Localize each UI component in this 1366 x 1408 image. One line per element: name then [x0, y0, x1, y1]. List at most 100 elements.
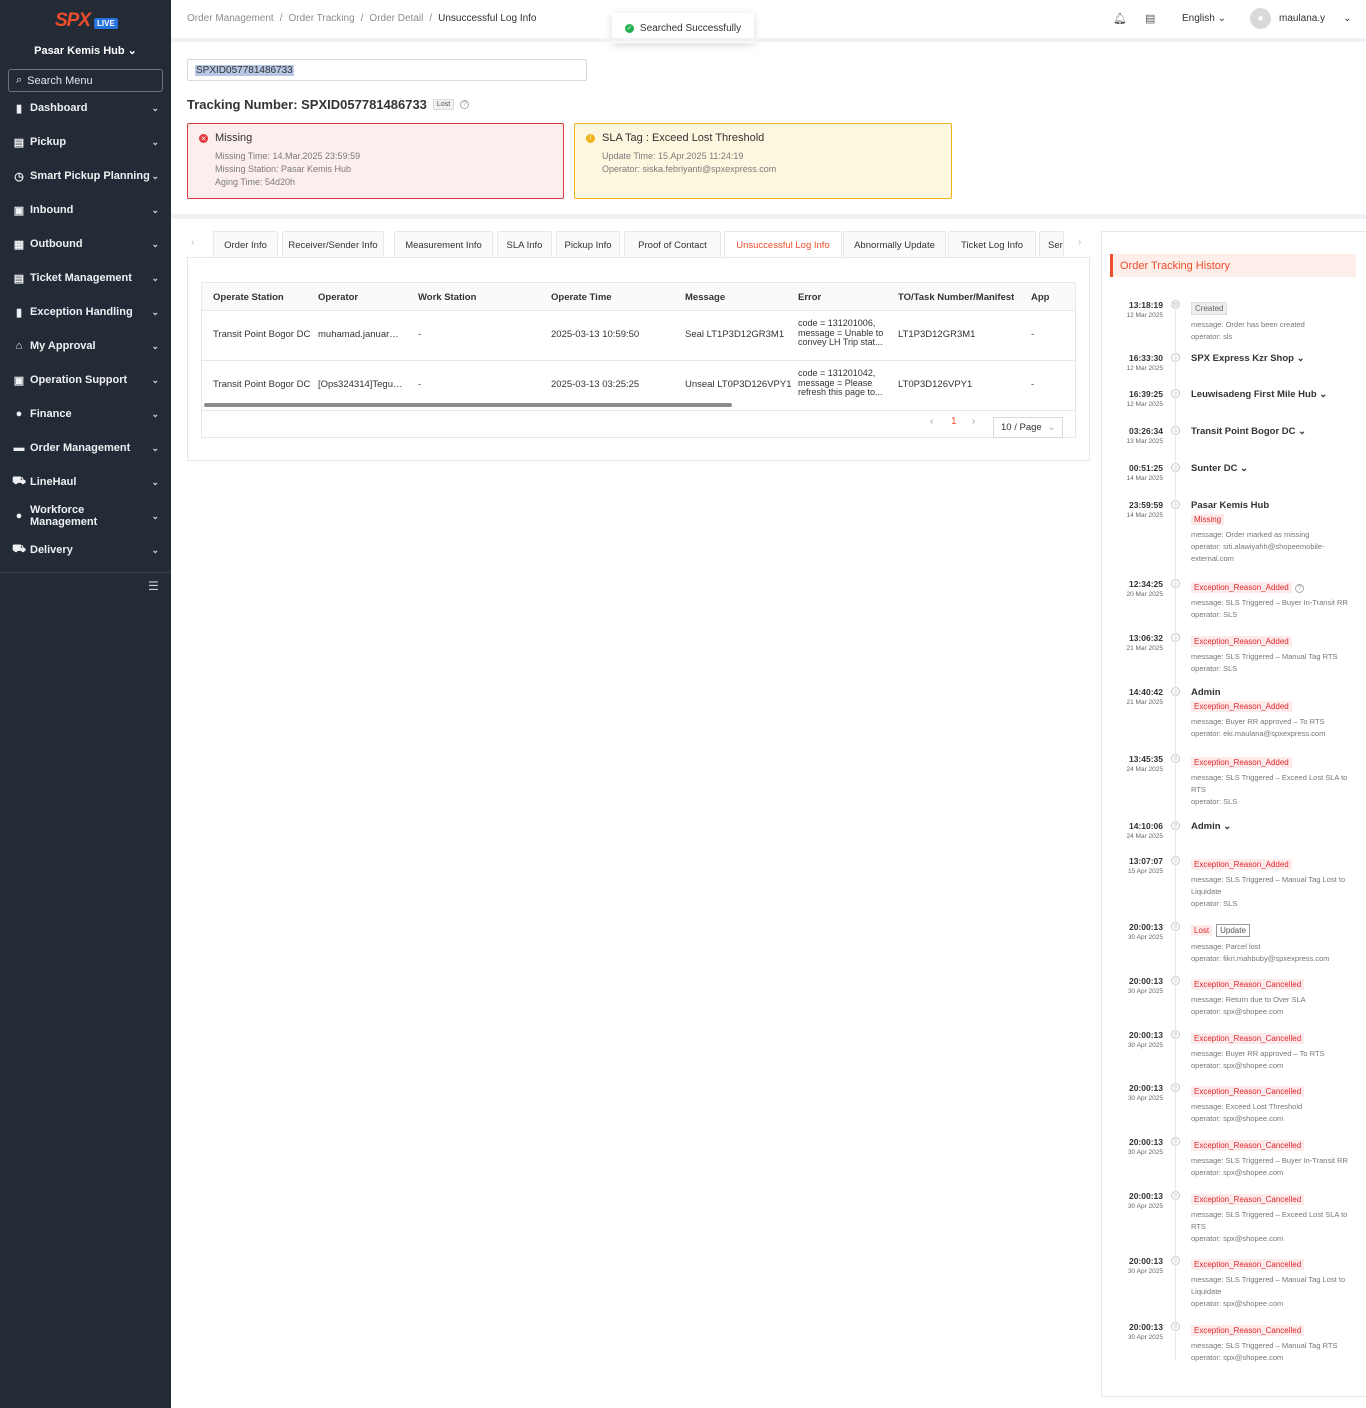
inbound-icon: ▣ [13, 204, 25, 217]
cell-operate-time: 2025-03-13 10:59:50 [551, 329, 640, 340]
sidebar-item-order-management[interactable]: ▬ Order Management ⌄ [0, 431, 171, 465]
sidebar-menu: ▮ Dashboard ⌄ ▤ Pickup ⌄ ◷ Smart Pickup Plannin… [0, 91, 171, 567]
tab-sla-info[interactable]: SLA Info [497, 231, 552, 258]
event-location[interactable]: Sunter DC ⌄ [1191, 463, 1361, 474]
sidebar-item-label: Pickup [30, 136, 67, 148]
sidebar-item-exception-handling[interactable]: ▮ Exception Handling ⌄ [0, 295, 171, 329]
tab-pickup-info[interactable]: Pickup Info [556, 231, 620, 258]
collapse-menu-icon[interactable]: ☰ [148, 579, 159, 593]
event-date: 30 Apr 2025 [1127, 1095, 1163, 1102]
cell-work-station: - [418, 329, 422, 340]
event-time: 14:10:06 [1128, 821, 1163, 831]
event-time: 03:26:34 [1128, 426, 1163, 436]
tracking-number-input[interactable]: SPXID057781486733 [187, 59, 587, 81]
tab-unsuccessful-log-info[interactable]: Unsuccessful Log Info [724, 231, 842, 259]
history-title: Order Tracking History [1110, 254, 1356, 277]
tab-ser[interactable]: Ser [1039, 231, 1064, 258]
event-time: 20:00:13 [1128, 1083, 1163, 1093]
sidebar-item-linehaul[interactable]: ⛟ LineHaul ⌄ [0, 465, 171, 499]
event-date: 30 Apr 2025 [1127, 1149, 1163, 1156]
chevron-down-icon: ⌄ [151, 306, 159, 317]
username: maulana.y [1279, 13, 1326, 24]
event-date: 12 Mar 2025 [1126, 401, 1164, 408]
page-size-select[interactable]: 10 / Page ⌄ [993, 417, 1063, 438]
tab-receiver-sender-info[interactable]: Receiver/Sender Info [282, 231, 384, 258]
question-icon[interactable]: ? [460, 100, 470, 109]
bell-icon[interactable]: 🔔︎ [1113, 12, 1127, 25]
tab-proof-of-contact[interactable]: Proof of Contact [624, 231, 721, 258]
event-tag: Exception_Reason_Cancelled [1191, 1259, 1305, 1270]
chevron-down-icon: ⌄ [151, 238, 159, 249]
sidebar-item-finance[interactable]: ● Finance ⌄ [0, 397, 171, 431]
sidebar-item-my-approval[interactable]: ⌂ My Approval ⌄ [0, 329, 171, 363]
tab-ticket-log-info[interactable]: Ticket Log Info [948, 231, 1036, 258]
sidebar-item-outbound[interactable]: ▦ Outbound ⌄ [0, 227, 171, 261]
event-body: Sunter DC ⌄ [1191, 463, 1361, 474]
event-location[interactable]: Transit Point Bogor DC ⌄ [1191, 426, 1361, 437]
event-location[interactable]: SPX Express Kzr Shop ⌄ [1191, 353, 1361, 364]
next-page-icon[interactable]: › [972, 416, 975, 427]
page-size-value: 10 / Page [1001, 422, 1042, 433]
sidebar-item-ticket-management[interactable]: ▤ Ticket Management ⌄ [0, 261, 171, 295]
cell-operator: [Ops324314]Teguh ... [318, 379, 406, 390]
event-message-line: operator: spx@shopee.com [1191, 1007, 1284, 1016]
event-location: Pasar Kemis Hub [1191, 500, 1361, 511]
prev-page-icon[interactable]: ‹ [930, 416, 933, 427]
search-menu-input[interactable]: ⌕ Search Menu [8, 69, 163, 92]
chevron-right-icon[interactable]: › [1078, 237, 1081, 248]
header-divider [171, 38, 1366, 42]
breadcrumb-item[interactable]: Order Tracking [289, 13, 355, 24]
question-icon[interactable]: ? [1295, 584, 1305, 593]
cell-message: Unseal LT0P3D126VPY1 [685, 379, 792, 390]
clipboard-icon[interactable]: ▤ [1145, 12, 1155, 25]
event-location[interactable]: Leuwisadeng First Mile Hub ⌄ [1191, 389, 1361, 400]
sidebar-item-label: Outbound [30, 238, 83, 250]
event-tag: Exception_Reason_Added [1191, 757, 1292, 768]
page-number[interactable]: 1 [951, 416, 957, 427]
event-time: 14:40:42 [1128, 687, 1163, 697]
chevron-left-icon[interactable]: ‹ [191, 237, 194, 248]
event-date: 21 Mar 2025 [1126, 645, 1164, 652]
sidebar-item-smart-pickup-planning[interactable]: ◷ Smart Pickup Planning ⌄ [0, 159, 171, 193]
sidebar-item-dashboard[interactable]: ▮ Dashboard ⌄ [0, 91, 171, 125]
event-message: message: Return due to Over SLA operator:… [1191, 994, 1361, 1018]
chevron-down-icon: ⌄ [151, 544, 159, 555]
update-button[interactable]: Update [1216, 924, 1250, 937]
event-tag: Exception_Reason_Added [1191, 701, 1292, 712]
cell-to-number: LT1P3D12GR3M1 [898, 329, 976, 340]
chevron-down-icon: ⌄ [1296, 353, 1305, 364]
sidebar-item-workforce-management[interactable]: ● Workforce Management ⌄ [0, 499, 171, 533]
event-body: Pasar Kemis Hub Missing message: Order mar… [1191, 500, 1361, 565]
tab-abnormally-update[interactable]: Abnormally Update [843, 231, 946, 258]
event-message: message: Parcel lost operator: fikri.mahb… [1191, 941, 1361, 965]
event-body: Exception_Reason_Added message: SLS Trigg… [1191, 633, 1361, 675]
event-message-line: message: Return due to Over SLA [1191, 995, 1306, 1004]
sidebar-item-inbound[interactable]: ▣ Inbound ⌄ [0, 193, 171, 227]
tab-order-info[interactable]: Order Info [213, 231, 278, 258]
event-time: 20:00:13 [1128, 922, 1163, 932]
pickup-icon: ▤ [13, 136, 25, 149]
language-selector[interactable]: English ⌄ [1182, 13, 1226, 24]
event-location[interactable]: Admin ⌄ [1191, 821, 1361, 832]
sidebar-item-delivery[interactable]: ⛟ Delivery ⌄ [0, 533, 171, 567]
event-message-line: message: SLS Triggered – Manual Tag Lost… [1191, 875, 1346, 896]
event-date: 30 Apr 2025 [1127, 1042, 1163, 1049]
hub-selector[interactable]: Pasar Kemis Hub ⌄ [0, 44, 171, 57]
event-message-line: message: Order has been created [1191, 320, 1305, 329]
sidebar-item-label: Workforce Management [30, 504, 98, 528]
event-message-line: message: Buyer RR approved – To RTS [1191, 1049, 1325, 1058]
event-location-text: Admin [1191, 687, 1221, 698]
event-time: 16:39:25 [1128, 389, 1163, 399]
event-message: message: Order has been created operator:… [1191, 319, 1361, 343]
user-menu[interactable]: ● maulana.y ⌄ [1250, 8, 1352, 29]
event-message: message: Buyer RR approved – To RTS opera… [1191, 1048, 1361, 1072]
horizontal-scrollbar[interactable] [204, 403, 732, 407]
tab-measurement-info[interactable]: Measurement Info [394, 231, 493, 258]
spx-logo[interactable]: SPX LIVE [55, 10, 118, 32]
sidebar-item-pickup[interactable]: ▤ Pickup ⌄ [0, 125, 171, 159]
event-location-text: SPX Express Kzr Shop [1191, 353, 1294, 364]
sidebar-item-operation-support[interactable]: ▣ Operation Support ⌄ [0, 363, 171, 397]
breadcrumb-item[interactable]: Order Management [187, 13, 274, 24]
breadcrumb-item[interactable]: Order Detail [369, 13, 423, 24]
event-time: 20:00:13 [1128, 1030, 1163, 1040]
